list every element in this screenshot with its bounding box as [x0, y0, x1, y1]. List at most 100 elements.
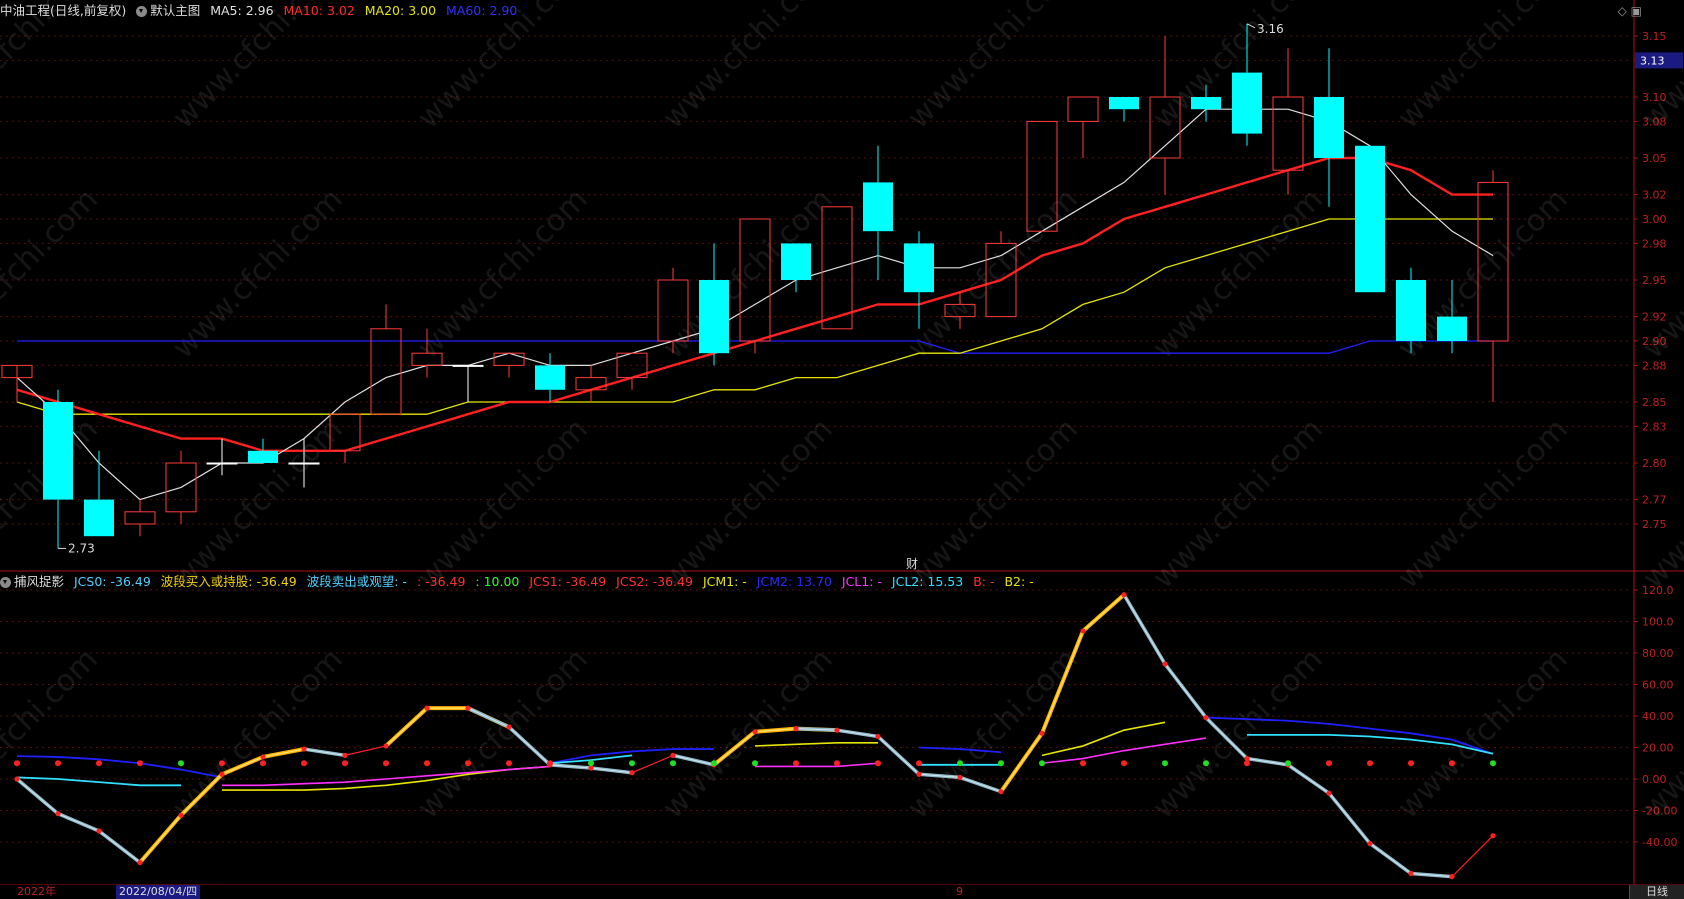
- sell-segment-core: [98, 830, 141, 863]
- main-chart-selector[interactable]: 默认主图: [136, 3, 200, 18]
- price-tick-label: 2.98: [1642, 237, 1667, 250]
- watermark-text: www.cfchi.com: [1636, 642, 1684, 826]
- candle-body: [1437, 316, 1467, 341]
- indicator-tick-label: 100.0: [1642, 616, 1674, 629]
- watermark-text: www.cfchi.com: [901, 642, 1085, 826]
- window-controls[interactable]: ◇ ▣: [1618, 4, 1642, 18]
- signal-dot: [588, 760, 594, 767]
- candle-body: [535, 365, 565, 390]
- jcs2-value: JCS2: -36.49: [616, 574, 693, 589]
- signal-dot: [506, 760, 512, 767]
- candle-body: [1272, 96, 1304, 171]
- b2-value: B2: -: [1004, 574, 1034, 589]
- signal-dot: [178, 760, 184, 767]
- jcs-point: [178, 812, 184, 818]
- candle: [1109, 97, 1139, 122]
- jcm2-value: JCM2: 13.70: [756, 574, 832, 589]
- candle: [616, 352, 648, 390]
- candle: [84, 450, 114, 537]
- main-chart-header: 中油工程(日线,前复权) 默认主图 MA5: 2.96 MA10: 3.02 M…: [0, 0, 523, 22]
- candle: [452, 364, 484, 402]
- watermark-text: www.cfchi.com: [411, 642, 595, 826]
- watermark-text: www.cfchi.com: [0, 642, 105, 826]
- jcs-point: [260, 754, 266, 760]
- kline-chart-canvas[interactable]: 3.153.133.103.083.053.023.002.982.952.92…: [0, 0, 1684, 899]
- month-mark: 9: [956, 885, 963, 898]
- sell-segment-core: [1369, 843, 1412, 874]
- indicator-selector[interactable]: 捕风捉影: [0, 574, 64, 589]
- candle: [699, 243, 729, 366]
- candle-body: [1396, 280, 1426, 341]
- candle-body: [124, 511, 156, 525]
- sell-segment-core: [1123, 594, 1166, 665]
- signal-dot: [793, 760, 799, 767]
- jcs-point: [629, 770, 635, 776]
- candle: [248, 438, 278, 463]
- jcs-point: [916, 771, 922, 777]
- jcs-point: [793, 726, 799, 732]
- candle-body: [1314, 97, 1344, 158]
- period-button[interactable]: 日线: [1629, 885, 1684, 899]
- jcs-point: [1121, 592, 1127, 598]
- watermark-text: www.cfchi.com: [166, 642, 350, 826]
- candle-body: [699, 280, 729, 354]
- watermark-text: www.cfchi.com: [901, 412, 1085, 596]
- signal-dot: [1326, 760, 1332, 767]
- jcs-point: [219, 771, 225, 777]
- price-tick-label: 3.02: [1642, 189, 1667, 202]
- watermark-text: www.cfchi.com: [1146, 642, 1330, 826]
- jcs-point: [1449, 874, 1455, 880]
- watermark-text: www.cfchi.com: [1391, 0, 1575, 136]
- candle-body: [84, 499, 114, 537]
- diamond-icon: ◇: [1617, 4, 1627, 18]
- signal-dot: [916, 760, 922, 767]
- jcs-point: [465, 705, 471, 711]
- jcl2-value: JCL2: 15.53: [891, 574, 964, 589]
- jcs-point: [1162, 661, 1168, 667]
- sell-segment-core: [1328, 792, 1371, 844]
- jcm1-line: [754, 741, 878, 747]
- jcs-point: [1039, 730, 1045, 736]
- watermark-text: www.cfchi.com: [166, 182, 350, 366]
- candle-body: [493, 352, 525, 366]
- signal-dot: [465, 760, 471, 767]
- sell-segment-core: [877, 736, 920, 775]
- watermark-text: www.cfchi.com: [1146, 412, 1330, 596]
- signal-dot: [14, 760, 20, 767]
- signal-dot: [752, 760, 758, 767]
- jcs-point: [834, 727, 840, 733]
- signal-dot: [1162, 760, 1168, 767]
- high-label: 3.16: [1257, 22, 1284, 36]
- jcs-point: [55, 811, 61, 817]
- signal-dot: [998, 760, 1004, 767]
- jcs-point: [383, 743, 389, 749]
- jcl1-line: [222, 765, 551, 787]
- signal-dot: [137, 760, 143, 767]
- signal-dot: [1203, 760, 1209, 767]
- indicator-header: 捕风捉影 JCS0: -36.49 波段买入或持股: -36.49 波段卖出或观…: [0, 571, 1040, 593]
- dropdown-icon: [0, 577, 11, 588]
- b-value: B: -: [973, 574, 995, 589]
- jcs-point: [424, 705, 430, 711]
- signal-dot: [1490, 760, 1496, 767]
- candle-body: [1191, 97, 1221, 110]
- indicator-tick-label: 40.00: [1642, 710, 1674, 723]
- candle: [1, 364, 33, 402]
- restore-icon: ▣: [1630, 4, 1642, 18]
- candle-body: [43, 402, 73, 500]
- watermark: www.cfchi.com www.cfchi.com www.cfchi.com w…: [0, 0, 1684, 826]
- jcs-point: [1080, 628, 1086, 634]
- last-price-label: 3.13: [1640, 54, 1665, 67]
- jcs-point: [506, 724, 512, 730]
- selected-date: 2022/08/04/四: [116, 885, 201, 899]
- sell-segment-core: [1246, 758, 1289, 766]
- candle-body: [248, 450, 278, 463]
- t1-value: : -36.49: [416, 574, 466, 589]
- price-tick-label: 2.75: [1642, 518, 1667, 531]
- watermark-text: www.cfchi.com: [656, 0, 840, 136]
- jcs-point: [137, 859, 143, 866]
- signal-dot: [1449, 760, 1455, 767]
- jcm1-line: [1041, 721, 1166, 757]
- candle-body: [575, 377, 607, 391]
- signal-dot: [1408, 760, 1414, 767]
